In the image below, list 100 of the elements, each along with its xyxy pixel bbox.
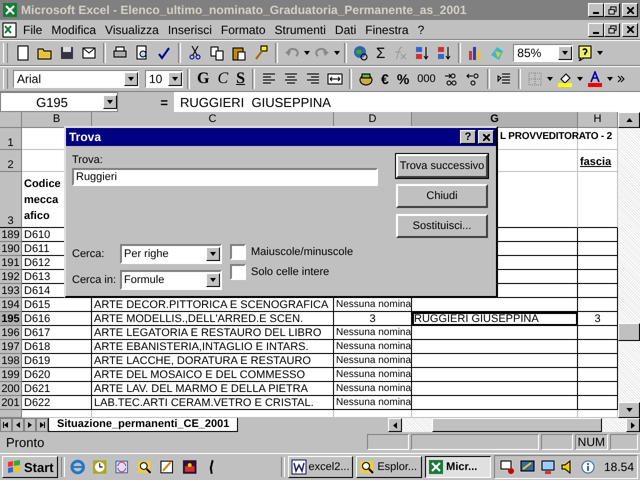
name-box[interactable]: G195 <box>0 92 118 112</box>
menu-item[interactable]: Modifica <box>47 22 100 36</box>
menu-item[interactable]: Dati <box>330 22 360 36</box>
look-in-dropdown[interactable]: Formule <box>120 270 222 290</box>
italic-button[interactable]: C <box>214 69 232 89</box>
vertical-scrollbar[interactable] <box>618 112 640 418</box>
row-header[interactable]: 190 <box>0 242 22 256</box>
taskbar-button[interactable]: Micr... <box>425 456 491 478</box>
windows-logo-icon <box>6 459 22 475</box>
font-dropdown[interactable]: Arial <box>13 70 139 88</box>
close-button[interactable] <box>622 22 638 36</box>
restore-button[interactable] <box>604 22 620 36</box>
minimize-button[interactable] <box>588 22 604 36</box>
table-cell: ARTE LAV. DEL MARMO E DELLA PIETRA <box>94 382 308 394</box>
taskbar-button[interactable]: excel2... <box>288 456 354 478</box>
scroll-thumb[interactable] <box>618 323 640 341</box>
zoom-dropdown[interactable]: 85% <box>513 44 574 62</box>
caret-icon[interactable] <box>576 77 583 81</box>
equals-sign: = <box>160 94 168 110</box>
caret-icon[interactable] <box>546 77 553 81</box>
search-dropdown[interactable]: Per righe <box>120 244 222 264</box>
menu-item[interactable]: Finestra <box>361 22 413 36</box>
row-header[interactable]: 191 <box>0 256 22 270</box>
close-button[interactable] <box>622 3 638 17</box>
sheet-nav-icon[interactable] <box>24 418 36 432</box>
row-header[interactable]: 197 <box>0 340 22 354</box>
table-cell: RUGGIERI GIUSEPPINA <box>414 312 539 324</box>
find-field[interactable]: Ruggieri <box>72 168 378 186</box>
down-arrow-icon <box>626 408 632 412</box>
table-cell: ARTE EBANISTERIA,INTAGLIO E INTARS. <box>94 340 309 352</box>
sheet-title: L PROVVEDITORATO - 2 <box>500 131 612 142</box>
row-header[interactable]: 198 <box>0 354 22 368</box>
caret-icon[interactable] <box>304 51 310 55</box>
row-header[interactable]: 192 <box>0 270 22 284</box>
row-header[interactable]: 189 <box>0 228 22 242</box>
checkbox[interactable] <box>230 264 246 280</box>
search-label: Cerca: <box>72 248 106 260</box>
sheet-nav-icon[interactable] <box>36 418 48 432</box>
row-header[interactable]: 201 <box>0 396 22 410</box>
checkbox[interactable] <box>230 244 246 260</box>
column-header[interactable]: B <box>22 112 92 128</box>
help-button[interactable]: ? <box>460 130 476 144</box>
row-header[interactable]: 193 <box>0 284 22 298</box>
row-header[interactable]: 3 <box>0 172 22 228</box>
formula-field[interactable]: RUGGIERI GIUSEPPINA <box>174 92 640 112</box>
caret-icon <box>107 100 113 104</box>
table-cell: ARTE DEL MOSAICO E DEL COMMESSO <box>94 368 306 380</box>
autosum-button[interactable]: Σ <box>373 43 388 63</box>
caret-icon[interactable] <box>606 77 613 81</box>
row-header[interactable]: 196 <box>0 326 22 340</box>
table-cell: ARTE LEGATORIA E RESTAURO DEL LIBRO <box>94 326 322 338</box>
menu-item[interactable]: Visualizza <box>101 22 163 36</box>
underline-button[interactable]: S <box>233 69 248 89</box>
row-header[interactable]: 195 <box>0 312 22 326</box>
taskbar-button[interactable]: Esplor... <box>356 456 422 478</box>
sheet-tab[interactable]: Situazione_permanenti_CE_2001 <box>48 418 238 432</box>
euro-button[interactable]: € <box>378 69 392 89</box>
dialog-button[interactable]: Chiudi <box>396 184 488 208</box>
more-icon[interactable] <box>616 75 625 83</box>
scroll-thumb[interactable] <box>432 418 602 432</box>
horizontal-scrollbar[interactable] <box>388 418 640 432</box>
caret-icon[interactable] <box>334 51 340 55</box>
menu-item[interactable]: ? <box>414 22 428 36</box>
menu-item[interactable]: File <box>19 22 46 36</box>
sheet-nav-icon[interactable] <box>0 418 12 432</box>
menu-item[interactable]: Inserisci <box>164 22 216 36</box>
restore-button[interactable] <box>604 3 620 17</box>
status-panel <box>366 434 409 450</box>
minimize-icon <box>593 12 599 14</box>
table-cell: D610 <box>24 228 50 240</box>
font-size-dropdown[interactable]: 10 <box>145 70 183 88</box>
row-header[interactable]: 2 <box>0 150 22 172</box>
dialog-button[interactable]: Sostituisci... <box>396 214 488 238</box>
menu-item[interactable]: Formato <box>216 22 270 36</box>
close-button[interactable] <box>478 130 494 144</box>
look-in-label: Cerca in: <box>72 274 118 286</box>
clock: 18.54 <box>604 460 634 474</box>
table-cell: Nessuna nomina <box>336 369 412 380</box>
menu-item[interactable]: Strumenti <box>270 22 330 36</box>
status-panel <box>540 434 573 450</box>
checkbox-label: Solo celle intere <box>251 266 330 278</box>
column-heading: Codice mecca afico <box>24 177 61 224</box>
row-header[interactable]: 1 <box>0 128 22 150</box>
dialog-button[interactable]: Trova successivo <box>396 154 488 178</box>
percent-button[interactable]: % <box>394 69 412 89</box>
minimize-button[interactable] <box>588 3 604 17</box>
thousands-button[interactable]: 000 <box>414 69 439 89</box>
browser-icon[interactable] <box>68 459 87 475</box>
column-header[interactable]: H <box>578 112 618 128</box>
status-text: Pronto <box>5 434 44 450</box>
caret-icon[interactable] <box>597 51 604 55</box>
start-button[interactable]: Start <box>2 456 58 478</box>
row-header[interactable]: 194 <box>0 298 22 312</box>
bold-button[interactable]: G <box>194 69 212 89</box>
row-header[interactable]: 199 <box>0 368 22 382</box>
table-cell: Nessuna nomina <box>336 355 412 366</box>
caret-icon <box>172 77 178 81</box>
sheet-nav-icon[interactable] <box>12 418 24 432</box>
row-header[interactable]: 200 <box>0 382 22 396</box>
column-header[interactable]: G <box>412 112 578 128</box>
